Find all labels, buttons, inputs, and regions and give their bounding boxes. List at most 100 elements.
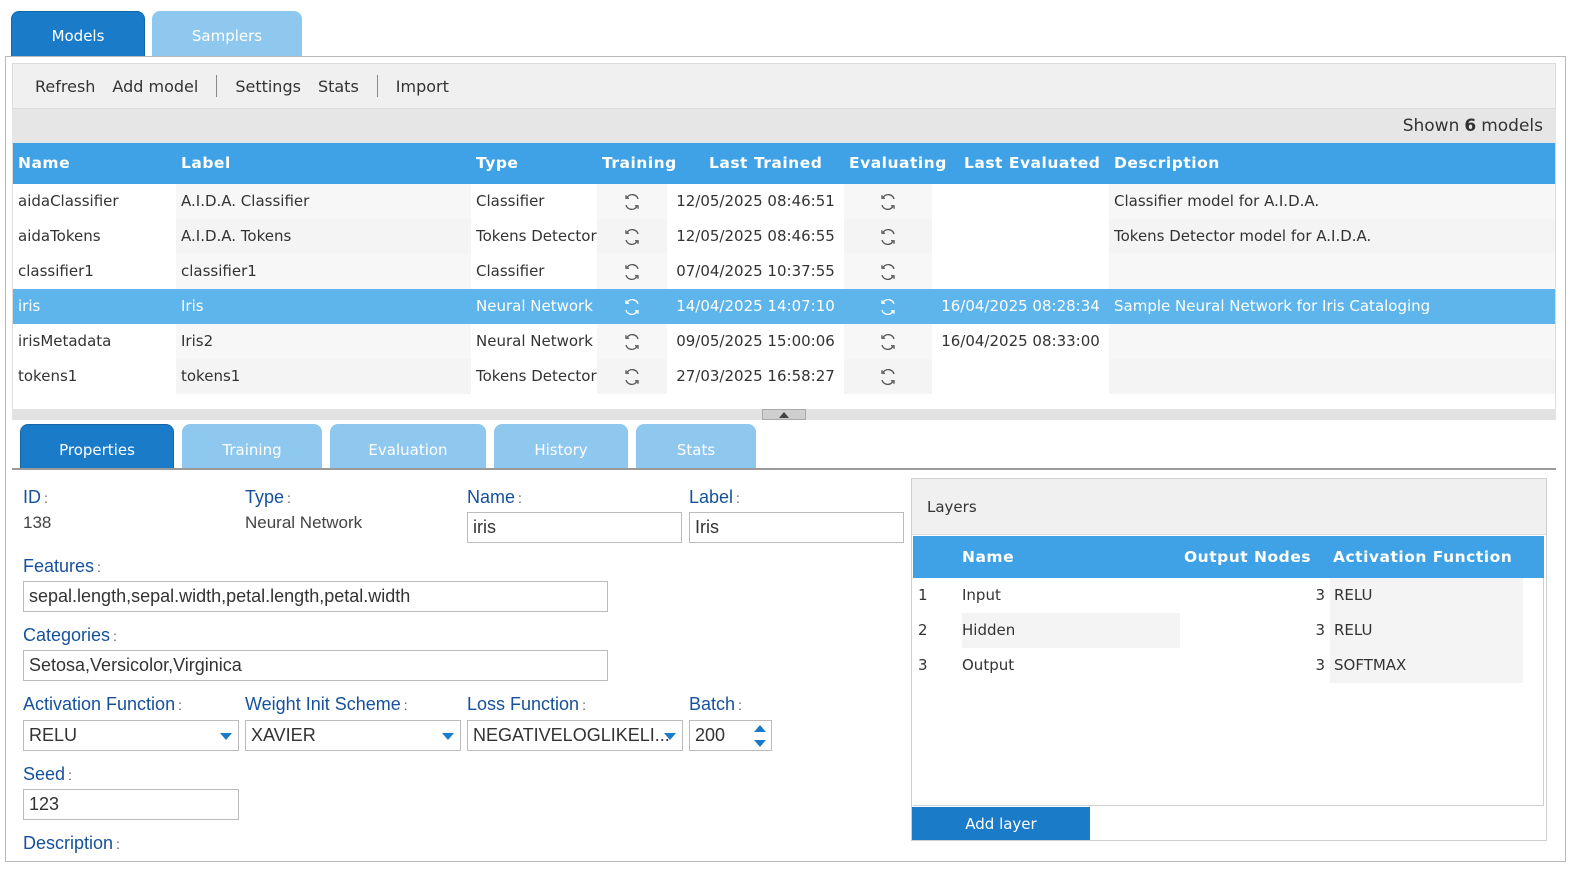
id-value: 138 [23, 513, 52, 532]
sync-icon[interactable] [597, 359, 667, 394]
weight-init-label: Weight Init Scheme: [245, 694, 408, 714]
tab-models[interactable]: Models [11, 11, 145, 56]
name-input[interactable]: iris [467, 512, 682, 543]
sync-icon[interactable] [844, 289, 932, 324]
cell-last-trained: 27/03/2025 16:58:27 [676, 367, 835, 385]
sync-icon[interactable] [844, 219, 932, 254]
table-row[interactable]: aidaClassifier A.I.D.A. Classifier Classif… [13, 184, 1555, 219]
refresh-button[interactable]: Refresh [35, 77, 95, 96]
list-item[interactable]: 1 Input 3 RELU [913, 578, 1523, 613]
tab-samplers[interactable]: Samplers [152, 11, 302, 56]
col-header-last-evaluated[interactable]: Last Evaluated [964, 154, 1100, 172]
col-header-last-trained[interactable]: Last Trained [709, 154, 822, 172]
top-tabs: Models Samplers [11, 11, 302, 57]
layer-cell-activation: RELU [1330, 613, 1523, 648]
table-row[interactable]: irisMetadata Iris2 Neural Network 09/05/202… [13, 324, 1555, 359]
col-header-label[interactable]: Label [181, 154, 231, 172]
activation-function-select[interactable]: RELU [23, 720, 239, 751]
sync-icon[interactable] [844, 324, 932, 359]
models-table: Name Label Type Training Last Trained Ev… [12, 143, 1556, 409]
layer-cell-index: 3 [918, 656, 928, 674]
layers-col-output-nodes[interactable]: Output Nodes [1184, 548, 1311, 566]
cell-name: irisMetadata [18, 332, 112, 350]
cell-label: Iris [176, 289, 471, 324]
col-header-description[interactable]: Description [1114, 154, 1220, 172]
table-row[interactable]: tokens1 tokens1 Tokens Detector 27/03/2025 … [13, 359, 1555, 394]
type-label: Type: [245, 487, 291, 507]
sync-icon[interactable] [597, 219, 667, 254]
tab-properties[interactable]: Properties [20, 424, 174, 469]
layers-panel: Layers Name Output Nodes Activation Func… [911, 478, 1547, 841]
batch-stepper[interactable]: 200 [689, 720, 772, 751]
cell-label: tokens1 [176, 359, 471, 394]
layer-cell-activation: RELU [1330, 578, 1523, 613]
table-row[interactable]: classifier1 classifier1 Classifier 07/04/20… [13, 254, 1555, 289]
sync-icon[interactable] [597, 184, 667, 219]
cell-last-evaluated [932, 254, 1109, 289]
chevron-down-icon [442, 733, 454, 740]
add-model-button[interactable]: Add model [112, 77, 198, 96]
sync-icon[interactable] [844, 254, 932, 289]
cell-last-evaluated: 16/04/2025 08:33:00 [941, 332, 1100, 350]
collapse-handle[interactable] [762, 409, 806, 420]
sync-icon[interactable] [597, 289, 667, 324]
table-row[interactable]: iris Iris Neural Network 14/04/2025 14:07:1… [13, 289, 1555, 324]
tab-stats[interactable]: Stats [636, 424, 756, 469]
layers-title: Layers [912, 479, 1546, 535]
stats-button[interactable]: Stats [318, 77, 359, 96]
cell-name: tokens1 [18, 367, 78, 385]
list-item[interactable]: 2 Hidden 3 RELU [913, 613, 1523, 648]
col-header-name[interactable]: Name [18, 154, 70, 172]
layers-col-activation[interactable]: Activation Function [1333, 548, 1512, 566]
shown-suffix: models [1481, 116, 1543, 136]
cell-last-trained: 12/05/2025 08:46:55 [676, 227, 835, 245]
cell-type: Neural Network [476, 332, 593, 350]
layer-cell-index: 2 [918, 621, 928, 639]
cell-type: Tokens Detector [476, 227, 597, 245]
tab-training[interactable]: Training [182, 424, 322, 469]
weight-init-select[interactable]: XAVIER [245, 720, 461, 751]
col-header-type[interactable]: Type [476, 154, 518, 172]
layers-col-name[interactable]: Name [962, 548, 1014, 566]
sync-icon[interactable] [597, 254, 667, 289]
sync-icon[interactable] [597, 324, 667, 359]
cell-name: classifier1 [18, 262, 94, 280]
loss-function-label: Loss Function: [467, 694, 586, 714]
add-layer-button[interactable]: Add layer [912, 807, 1090, 840]
tab-history[interactable]: History [494, 424, 628, 469]
cell-name: aidaClassifier [18, 192, 119, 210]
batch-label: Batch: [689, 694, 742, 714]
features-input[interactable]: sepal.length,sepal.width,petal.length,pe… [23, 581, 608, 612]
type-value: Neural Network [245, 513, 363, 532]
stepper-arrows-icon[interactable] [753, 724, 767, 748]
activation-function-label: Activation Function: [23, 694, 182, 714]
loss-function-select[interactable]: NEGATIVELOGLIKELI... [467, 720, 683, 751]
list-item[interactable]: 3 Output 3 SOFTMAX [913, 648, 1523, 683]
table-row[interactable]: aidaTokens A.I.D.A. Tokens Tokens Detector… [13, 219, 1555, 254]
cell-name: aidaTokens [18, 227, 101, 245]
cell-type: Neural Network [476, 297, 593, 315]
detail-tabs: Properties Training Evaluation History S… [20, 424, 764, 470]
sync-icon[interactable] [844, 359, 932, 394]
layers-table-header: Name Output Nodes Activation Function [913, 536, 1544, 578]
layer-cell-name: Hidden [962, 613, 1180, 648]
panel-splitter[interactable] [12, 409, 1556, 420]
categories-input[interactable]: Setosa,Versicolor,Virginica [23, 650, 608, 681]
tab-underline [12, 468, 1556, 470]
shown-count: 6 [1464, 116, 1477, 136]
shown-prefix: Shown [1402, 116, 1460, 136]
tab-evaluation[interactable]: Evaluation [330, 424, 486, 469]
col-header-training[interactable]: Training [602, 154, 677, 172]
sync-icon[interactable] [844, 184, 932, 219]
col-header-evaluating[interactable]: Evaluating [849, 154, 947, 172]
weight-init-value: XAVIER [251, 725, 316, 745]
cell-last-trained: 14/04/2025 14:07:10 [676, 297, 835, 315]
categories-label: Categories: [23, 625, 117, 645]
cell-label: Iris2 [176, 324, 471, 359]
cell-last-evaluated [932, 219, 1109, 254]
label-input[interactable]: Iris [689, 512, 904, 543]
settings-button[interactable]: Settings [235, 77, 301, 96]
id-label: ID: [23, 487, 48, 507]
import-button[interactable]: Import [396, 77, 449, 96]
seed-input[interactable]: 123 [23, 789, 239, 820]
